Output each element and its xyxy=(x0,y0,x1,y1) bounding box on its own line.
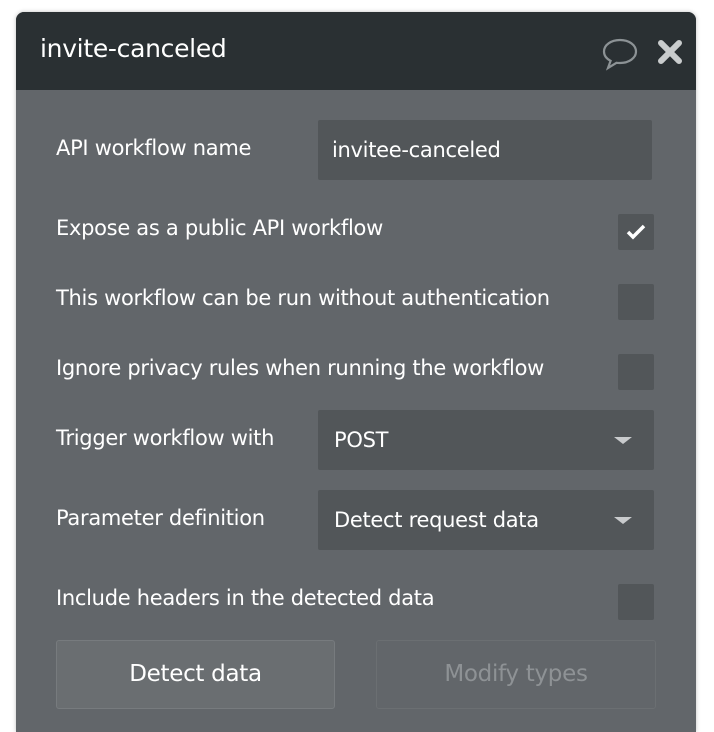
checkmark-icon xyxy=(626,224,646,240)
panel-header: invite-canceled xyxy=(16,12,696,90)
include-headers-checkbox[interactable] xyxy=(618,584,654,620)
detect-data-button[interactable]: Detect data xyxy=(56,640,335,709)
no-auth-label: This workflow can be run without authent… xyxy=(56,286,550,310)
speech-bubble-icon[interactable] xyxy=(601,37,639,71)
api-workflow-panel: invite-canceled API workflow name invite… xyxy=(16,12,696,732)
workflow-name-label: API workflow name xyxy=(56,136,252,160)
close-x-icon[interactable] xyxy=(657,39,683,65)
trigger-label: Trigger workflow with xyxy=(56,426,275,450)
parameter-definition-dropdown[interactable]: Detect request data xyxy=(318,490,654,550)
workflow-name-input[interactable]: invitee-canceled xyxy=(318,120,652,180)
panel-title: invite-canceled xyxy=(40,34,227,63)
parameter-definition-value: Detect request data xyxy=(334,508,539,532)
ignore-privacy-checkbox[interactable] xyxy=(618,354,654,390)
expose-public-checkbox[interactable] xyxy=(618,214,654,250)
trigger-method-dropdown[interactable]: POST xyxy=(318,410,654,470)
parameter-definition-label: Parameter definition xyxy=(56,506,265,530)
expose-public-label: Expose as a public API workflow xyxy=(56,216,383,240)
chevron-down-icon xyxy=(614,517,632,524)
chevron-down-icon xyxy=(614,437,632,444)
no-auth-checkbox[interactable] xyxy=(618,284,654,320)
trigger-method-value: POST xyxy=(334,428,389,452)
ignore-privacy-label: Ignore privacy rules when running the wo… xyxy=(56,356,545,380)
modify-types-button[interactable]: Modify types xyxy=(376,640,656,709)
include-headers-label: Include headers in the detected data xyxy=(56,586,435,610)
